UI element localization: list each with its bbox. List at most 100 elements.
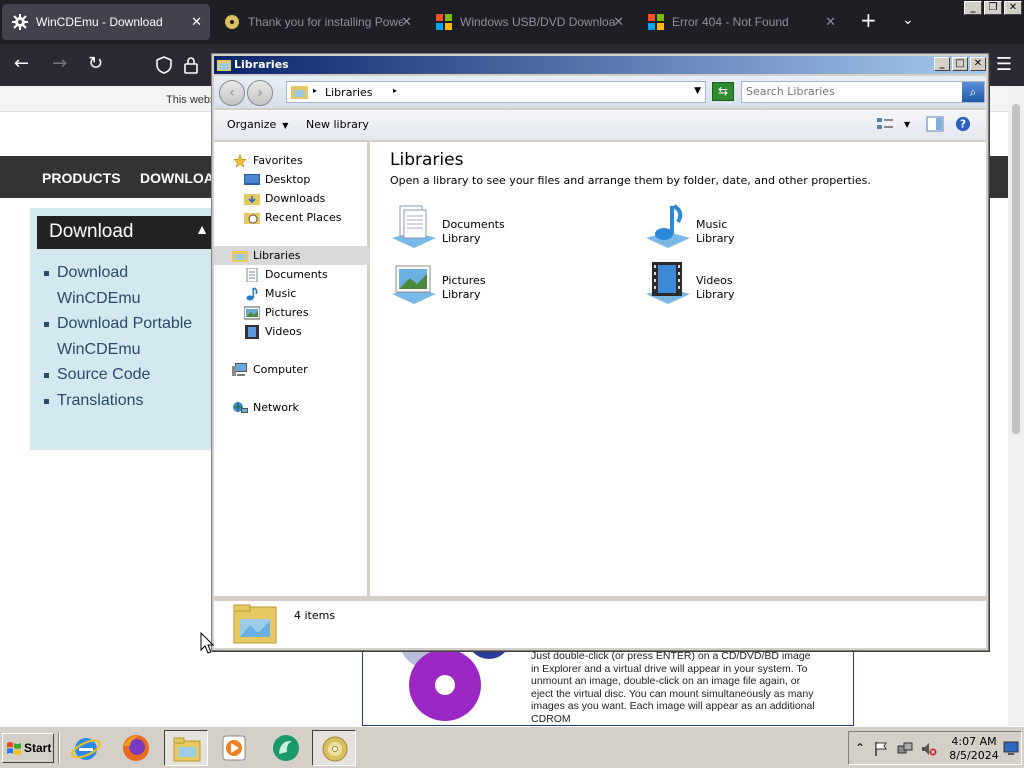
show-desktop-icon[interactable] (1003, 740, 1019, 756)
nav-network[interactable]: Network (232, 398, 299, 417)
nav-music[interactable]: Music (244, 284, 296, 303)
view-dropdown-icon[interactable]: ▼ (904, 120, 910, 129)
help-icon[interactable]: ? (954, 116, 972, 132)
speaker-muted-icon[interactable] (921, 741, 937, 757)
back-button[interactable]: ‹ (219, 80, 245, 106)
breadcrumb-libraries[interactable]: Libraries (325, 86, 373, 99)
address-dropdown-icon[interactable]: ▼ (694, 86, 701, 96)
close-tab-icon[interactable]: ✕ (825, 14, 836, 30)
maximize-button[interactable]: □ (952, 57, 968, 71)
nav-desktop[interactable]: Desktop (244, 170, 310, 189)
library-music[interactable]: Music Library (644, 204, 894, 250)
close-tab-icon[interactable]: ✕ (613, 14, 624, 30)
library-kind: Library (696, 232, 735, 245)
nav-pictures[interactable]: Pictures (244, 303, 309, 322)
nav-label: Network (253, 401, 299, 414)
new-tab-button[interactable]: + (860, 10, 877, 30)
network-tray-icon[interactable] (897, 741, 913, 757)
windows-explorer-button[interactable] (164, 730, 208, 766)
shield-icon[interactable] (156, 56, 172, 74)
close-button[interactable]: ✕ (1004, 1, 1022, 15)
lock-icon[interactable] (184, 56, 198, 74)
media-player-icon (222, 735, 246, 761)
tab-poweriso-thanks[interactable]: Thank you for installing PowerISO ✕ (214, 4, 420, 40)
breadcrumb-arrow-icon[interactable]: ▸ (393, 86, 397, 95)
tab-wincdemu-download[interactable]: WinCDEmu - Download ✕ (2, 4, 210, 40)
new-library-button[interactable]: New library (306, 118, 369, 131)
nav-videos[interactable]: Videos (244, 322, 302, 341)
forward-arrow-icon[interactable]: → (52, 54, 67, 74)
sidebar-links: Download WinCDEmu Download Portable WinCDE… (42, 260, 192, 413)
link-download-portable[interactable]: Download Portable WinCDEmu (42, 311, 192, 362)
collapse-arrow-icon: ▲ (195, 221, 209, 237)
nav-recent-places[interactable]: Recent Places (244, 208, 342, 227)
link-text: Translations (57, 391, 144, 409)
organize-label: Organize (227, 118, 277, 131)
close-tab-icon[interactable]: ✕ (401, 14, 412, 30)
tab-error-404[interactable]: Error 404 - Not Found ✕ (638, 4, 844, 40)
nav-documents[interactable]: Documents (244, 265, 328, 284)
show-hidden-icons-icon[interactable]: ⌃ (855, 741, 871, 757)
media-player-button[interactable] (212, 730, 256, 766)
nav-favorites[interactable]: Favorites (232, 151, 303, 170)
breadcrumb-arrow-icon[interactable]: ▸ (313, 86, 317, 95)
music-library-icon (646, 204, 690, 248)
view-options-icon[interactable] (876, 116, 894, 132)
minimize-button[interactable]: _ (934, 57, 950, 71)
sidebar-heading[interactable]: Download ▲ (37, 216, 213, 249)
nav-downloads[interactable]: Downloads (244, 189, 325, 208)
tab-title: Windows USB/DVD Download Tool (460, 15, 615, 29)
scroll-thumb[interactable] (1012, 104, 1020, 434)
search-icon[interactable]: ⌕ (962, 82, 984, 102)
clock[interactable]: 4:07 AM 8/5/2024 (943, 735, 1005, 763)
library-name: Pictures (442, 274, 486, 287)
search-input[interactable] (746, 85, 956, 98)
organize-button[interactable]: Organize ▼ (227, 118, 288, 131)
action-center-flag-icon[interactable] (873, 741, 889, 757)
link-source-code[interactable]: Source Code (42, 362, 192, 388)
firefox-button[interactable] (114, 730, 158, 766)
tab-usb-dvd-tool[interactable]: Windows USB/DVD Download Tool ✕ (426, 4, 632, 40)
reload-icon[interactable]: ↻ (88, 54, 103, 74)
recent-places-icon (244, 212, 260, 224)
library-name: Documents (442, 218, 505, 231)
documents-library-icon (392, 205, 436, 248)
browser-tab-bar: WinCDEmu - Download ✕ Thank you for inst… (0, 0, 1024, 44)
close-tab-icon[interactable]: ✕ (191, 14, 202, 30)
list-tabs-button[interactable]: ⌄ (902, 12, 914, 28)
explorer-title-bar[interactable]: Libraries (214, 56, 986, 74)
videos-library-icon (646, 262, 690, 304)
link-translations[interactable]: Translations (42, 388, 192, 414)
library-pictures[interactable]: Pictures Library (390, 260, 640, 306)
app-icon (273, 735, 299, 761)
libraries-folder-icon (233, 604, 277, 644)
documents-icon (246, 267, 258, 282)
library-name: Videos (696, 274, 733, 287)
link-text: Download Portable (57, 315, 193, 332)
gear-icon (12, 14, 28, 30)
nav-computer[interactable]: Computer (232, 360, 308, 379)
close-button[interactable]: ✕ (970, 57, 986, 71)
nav-products[interactable]: PRODUCTS (42, 170, 121, 186)
address-bar[interactable]: ▸ Libraries ▸ ▼ (286, 81, 706, 103)
page-scrollbar[interactable] (1008, 86, 1024, 726)
back-arrow-icon[interactable]: ← (14, 54, 29, 74)
minimize-button[interactable]: _ (964, 1, 982, 15)
disc-app-button[interactable] (312, 730, 356, 766)
content-pane: Libraries Open a library to see your fil… (374, 142, 986, 596)
forward-button[interactable]: › (247, 80, 273, 106)
preview-pane-icon[interactable] (926, 116, 944, 132)
nav-libraries[interactable]: Libraries (214, 246, 370, 265)
restore-button[interactable]: ❐ (984, 1, 1002, 15)
app-button[interactable] (264, 730, 308, 766)
refresh-button[interactable]: ⇆ (712, 82, 734, 101)
explorer-window: Libraries _ □ ✕ ‹ › ▸ Libraries ▸ ▼ ⇆ ⌕ … (211, 53, 989, 651)
nav-label: Libraries (253, 249, 301, 262)
library-videos[interactable]: Videos Library (644, 260, 894, 306)
internet-explorer-button[interactable] (64, 730, 108, 766)
start-button[interactable]: Start (2, 733, 54, 763)
library-documents[interactable]: Documents Library (390, 204, 640, 250)
chevron-down-icon: ▼ (282, 121, 289, 130)
link-download-wincdemu[interactable]: Download WinCDEmu (42, 260, 192, 311)
hamburger-menu-icon[interactable]: ☰ (996, 54, 1012, 75)
